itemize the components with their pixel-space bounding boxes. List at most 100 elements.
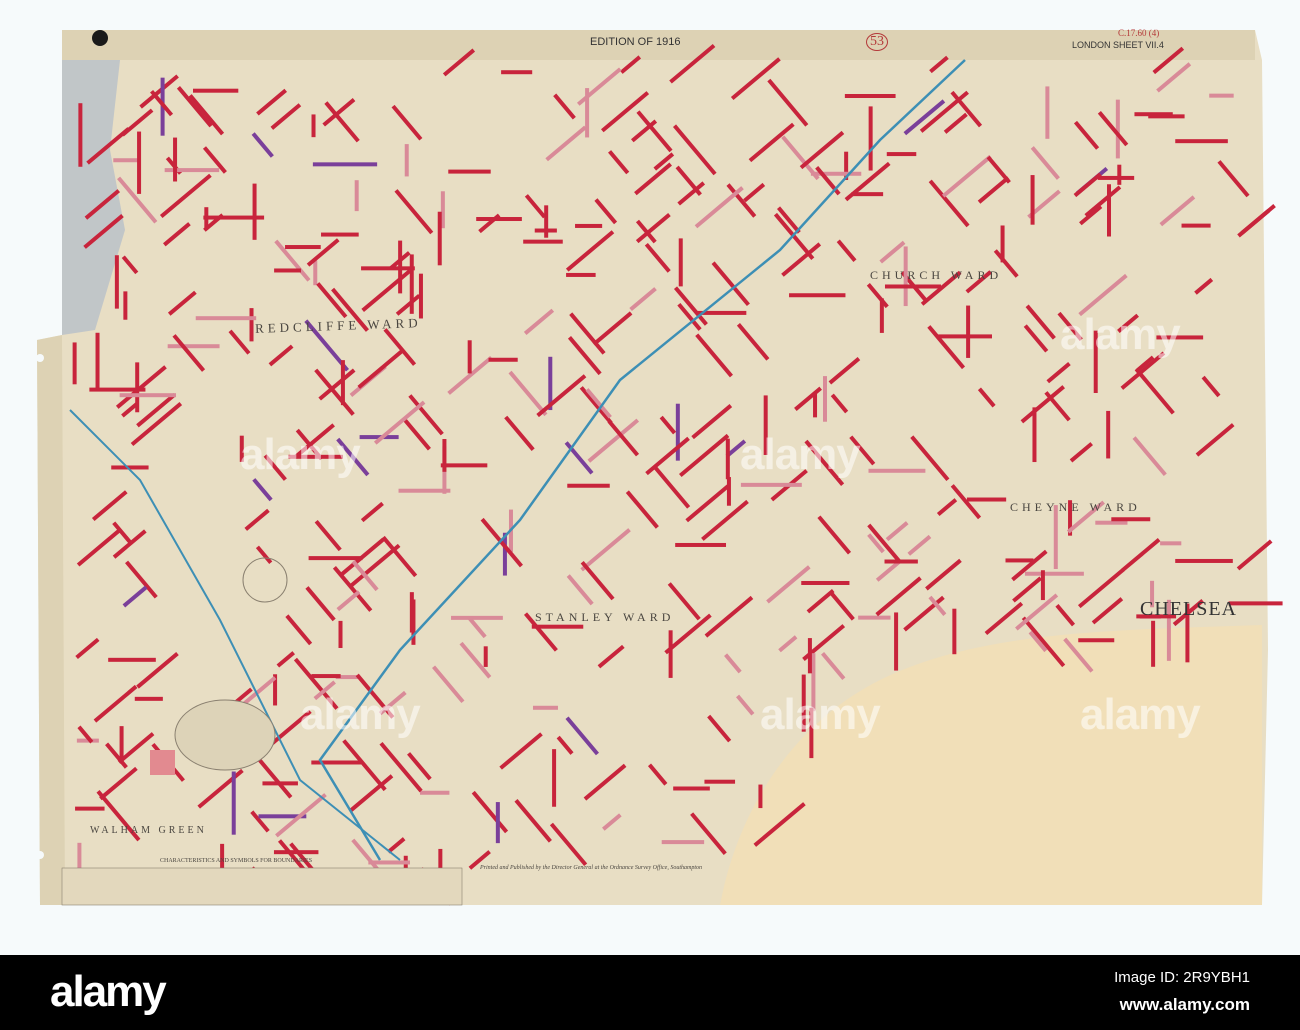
street-block [409,254,414,314]
street-block [113,158,140,163]
street-block [164,168,220,173]
street-block [231,771,236,835]
street-block [1209,93,1234,98]
street-block [311,674,341,679]
street-block [313,260,318,286]
street-block [312,162,378,167]
street-block [884,559,918,564]
ward-label-cheyne: CHEYNE WARD [1010,500,1141,514]
street-block [725,438,730,480]
street-block [886,152,917,157]
street-block [966,305,971,358]
site-url: www.alamy.com [1119,995,1250,1014]
ward-label-stanley: STANLEY WARD [535,610,675,624]
street-block [75,806,105,811]
imprint-text: Printed and Published by the Director Ge… [480,865,703,871]
street-block [858,615,891,620]
street-block [675,403,680,461]
street-block [448,169,491,174]
street-block [311,760,362,765]
street-block [879,298,884,333]
street-block [673,786,710,791]
street-block [851,192,884,197]
street-block [368,860,411,865]
street-block [1095,520,1128,525]
street-block [451,615,503,620]
street-block [575,223,603,228]
street-block [884,284,941,289]
street-block [1045,86,1050,139]
place-label-walham-green: WALHAM GREEN [90,825,207,836]
street-block [78,103,83,167]
street-block [952,608,957,655]
alamy-logo: alamy [50,967,167,1016]
street-block [467,340,472,374]
street-block [661,840,705,845]
street-block [740,482,802,487]
street-block [966,497,1007,502]
street-block [119,393,177,398]
image-id: Image ID: 2R9YBH1 [1114,969,1250,986]
alamy-watermark: alamy [240,430,361,479]
street-block [338,620,343,648]
street-block [321,232,359,237]
street-block [409,592,414,633]
street-block [285,245,321,250]
edition-label: EDITION OF 1916 [590,36,681,48]
street-block [678,238,683,287]
street-block [1032,407,1037,463]
sheet-title: LONDON SHEET VII.4 [1072,40,1164,50]
street-block [566,272,596,277]
street-block [894,612,899,671]
street-block [552,749,557,807]
alamy-watermark: alamy [1080,690,1201,739]
street-block [1181,223,1211,228]
street-block [523,239,563,244]
street-block [844,94,896,99]
street-block [437,211,442,266]
street-block [726,477,731,506]
street-block [1024,571,1084,576]
stamford-bridge-ground [174,699,276,771]
street-block [1030,175,1035,225]
street-block [1107,184,1112,237]
street-block [501,70,533,75]
street-block [1111,517,1151,522]
legend-title: CHARACTERISTICS AND SYMBOLS FOR BOUNDARI… [160,858,313,864]
alamy-watermark: alamy [1060,310,1181,359]
street-block [340,360,345,406]
street-block [544,205,549,238]
street-block [1151,620,1156,667]
street-block [495,802,500,844]
street-block [440,463,488,468]
street-block [252,183,257,240]
street-block [476,217,522,222]
street-block [704,779,736,784]
street-block [822,376,827,422]
alamy-watermark: alamy [300,690,421,739]
historic-map [0,0,1300,955]
street-block [195,316,257,321]
street-block [789,293,846,298]
street-block [1148,114,1185,119]
street-block [249,308,254,342]
ward-label-church: CHURCH WARD [870,268,1003,282]
punch-hole [92,30,108,46]
street-block [532,705,558,710]
street-block [354,180,359,212]
street-block [134,696,163,701]
street-block [167,344,220,349]
street-block [1040,570,1045,601]
street-block [114,255,119,309]
alamy-watermark: alamy [740,430,861,479]
street-block [807,638,812,674]
street-block [311,114,316,138]
street-block [668,630,673,678]
archive-mark: C.17.60 (4) [1118,28,1160,38]
street-block [108,657,156,662]
street-block [868,106,873,171]
street-block [1005,558,1034,563]
street-block [419,790,450,795]
street-block [801,580,850,585]
street-block [1115,99,1120,159]
